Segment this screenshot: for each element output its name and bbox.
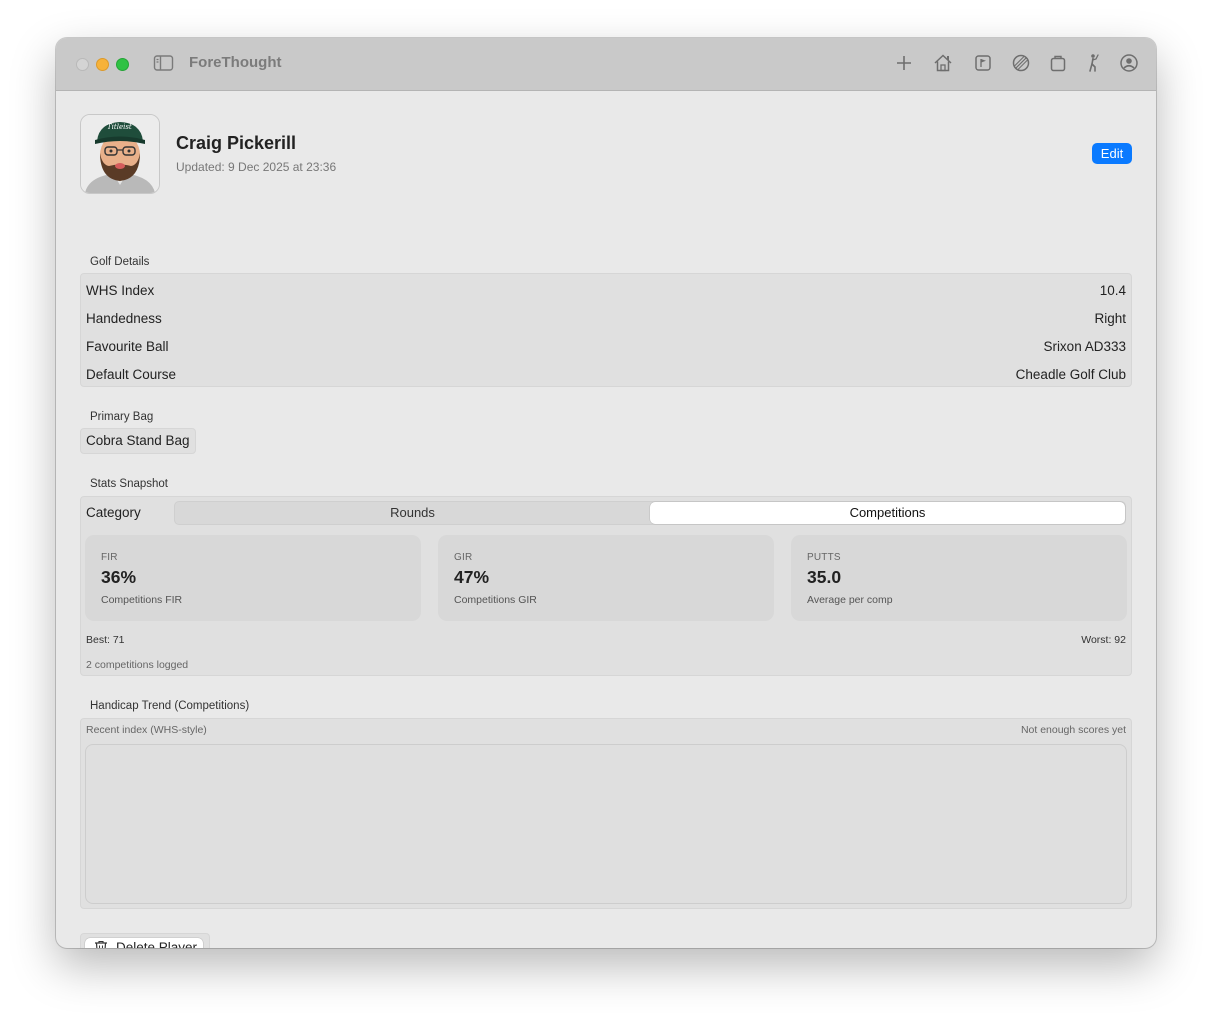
detail-row-handedness: Handedness Right [86, 311, 1126, 331]
stat-card-subtitle: Competitions GIR [454, 594, 537, 606]
zoom-window-button[interactable] [116, 58, 129, 71]
detail-label: WHS Index [86, 283, 155, 298]
stat-card-value: 36% [101, 567, 137, 587]
detail-value: Cheadle Golf Club [1015, 367, 1126, 382]
stat-card-label: PUTTS [807, 552, 841, 563]
detail-label: Default Course [86, 367, 177, 382]
stat-card-label: GIR [454, 552, 473, 563]
primary-bag-heading: Primary Bag [90, 411, 154, 423]
flag-icon[interactable] [972, 52, 994, 74]
segment-rounds[interactable]: Rounds [175, 502, 650, 524]
avatar: Titleist [80, 114, 160, 194]
detail-value: Srixon AD333 [1043, 339, 1126, 354]
stat-card-gir: GIR 47% Competitions GIR [438, 535, 774, 621]
delete-player-container: Delete Player [80, 933, 210, 948]
primary-bag-value[interactable]: Cobra Stand Bag [80, 428, 196, 454]
avatar-cap-text: Titleist [107, 123, 132, 131]
ball-icon[interactable] [1010, 52, 1032, 74]
edit-button[interactable]: Edit [1092, 143, 1132, 164]
segment-competitions[interactable]: Competitions [650, 502, 1125, 524]
worst-score: Worst: 92 [1081, 634, 1126, 646]
golfer-icon[interactable] [1083, 52, 1105, 74]
close-window-button[interactable] [76, 58, 89, 71]
handicap-trend-heading: Handicap Trend (Competitions) [90, 700, 250, 712]
minimize-window-button[interactable] [96, 58, 109, 71]
stats-snapshot-group: Category Rounds Competitions FIR 36% Com… [80, 496, 1132, 676]
golf-details-heading: Golf Details [90, 256, 150, 268]
detail-label: Favourite Ball [86, 339, 169, 354]
detail-label: Handedness [86, 311, 162, 326]
handicap-trend-subtitle: Recent index (WHS-style) [86, 724, 207, 736]
category-segmented-control: Rounds Competitions [174, 501, 1126, 525]
home-icon[interactable] [932, 52, 954, 74]
plus-icon[interactable] [893, 52, 915, 74]
stat-card-value: 35.0 [807, 567, 842, 587]
detail-row-default-course: Default Course Cheadle Golf Club [86, 367, 1126, 387]
stat-card-fir: FIR 36% Competitions FIR [85, 535, 421, 621]
player-detail-content: Titleist Craig Pickerill Updated: 9 Dec … [56, 90, 1156, 948]
delete-player-label: Delete Player [116, 940, 198, 948]
delete-player-button[interactable]: Delete Player [85, 938, 203, 948]
profile-icon[interactable] [1118, 52, 1140, 74]
category-label: Category [86, 505, 141, 520]
title-bar: ForeThought [56, 38, 1156, 91]
stat-card-subtitle: Competitions FIR [101, 594, 183, 606]
handicap-trend-status: Not enough scores yet [1020, 724, 1126, 736]
trash-icon [94, 940, 108, 948]
competitions-logged: 2 competitions logged [86, 659, 189, 671]
detail-row-favourite-ball: Favourite Ball Srixon AD333 [86, 339, 1126, 359]
stat-card-putts: PUTTS 35.0 Average per comp [791, 535, 1127, 621]
player-name: Craig Pickerill [176, 133, 297, 153]
stat-card-label: FIR [101, 552, 118, 563]
app-title: ForeThought [189, 54, 282, 71]
stat-card-value: 47% [454, 567, 490, 587]
golf-details-group: WHS Index 10.4 Handedness Right Favourit… [80, 273, 1132, 387]
app-window: ForeThought Titleist Craig Pickerill Upd… [56, 38, 1156, 948]
bag-icon[interactable] [1047, 52, 1069, 74]
detail-value: Right [1094, 311, 1126, 326]
updated-timestamp: Updated: 9 Dec 2025 at 23:36 [176, 160, 337, 174]
sidebar-toggle-icon[interactable] [153, 54, 175, 72]
detail-row-whs-index: WHS Index 10.4 [86, 283, 1126, 303]
stat-card-subtitle: Average per comp [807, 594, 893, 606]
handicap-trend-chart [85, 744, 1127, 904]
stats-snapshot-heading: Stats Snapshot [90, 478, 168, 490]
best-score: Best: 71 [86, 634, 125, 646]
detail-value: 10.4 [1099, 283, 1126, 298]
handicap-trend-group: Recent index (WHS-style) Not enough scor… [80, 718, 1132, 909]
